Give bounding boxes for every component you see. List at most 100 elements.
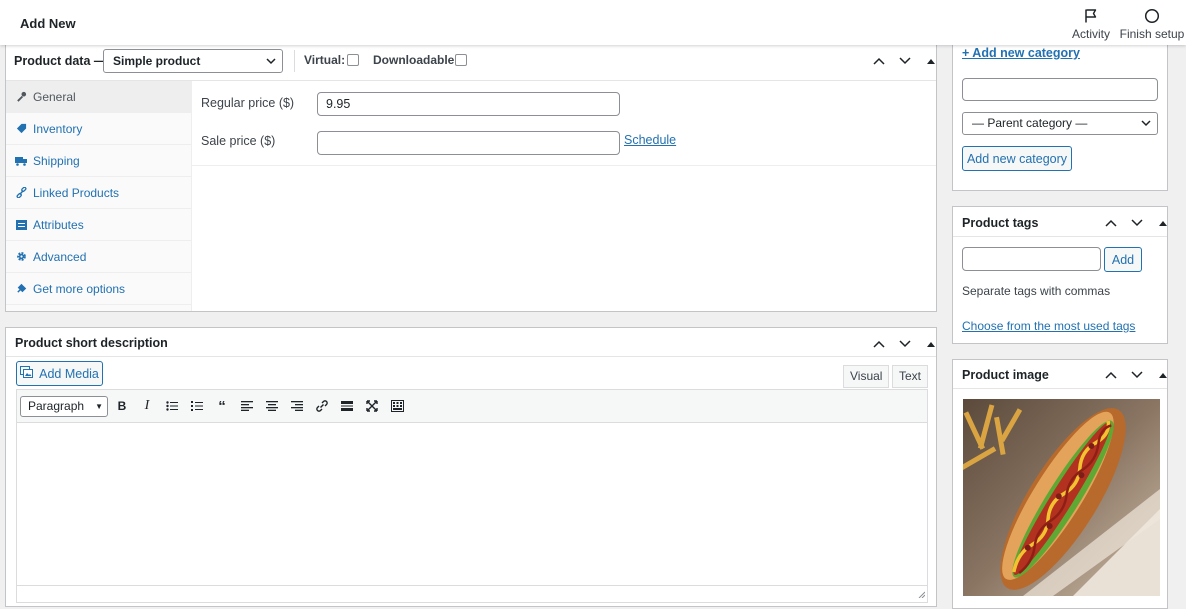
downloadable-label: Downloadable: <box>373 53 459 67</box>
sale-price-input[interactable] <box>317 131 620 155</box>
virtual-label: Virtual: <box>304 53 346 67</box>
collapse-icon[interactable] <box>923 53 939 69</box>
bullet-list-icon[interactable] <box>161 395 183 417</box>
collapse-icon[interactable] <box>1155 367 1171 383</box>
blockquote-icon[interactable]: “ <box>211 395 233 417</box>
divider <box>953 236 1167 237</box>
schedule-link[interactable]: Schedule <box>624 133 676 147</box>
short-description-box: Product short description Add Media Visu… <box>5 327 937 607</box>
short-description-controls <box>871 336 939 352</box>
product-image-controls <box>1103 367 1171 383</box>
truck-icon <box>14 154 28 168</box>
resize-handle-icon[interactable] <box>917 586 926 601</box>
activity-button[interactable]: Activity <box>1058 8 1124 41</box>
gear-icon <box>14 250 28 264</box>
numbered-list-icon[interactable] <box>186 395 208 417</box>
wrench-icon <box>14 90 28 104</box>
tab-get-more-options[interactable]: Get more options <box>6 273 191 305</box>
product-type-value: Simple product <box>113 54 201 68</box>
read-more-icon[interactable] <box>336 395 358 417</box>
add-new-category-link[interactable]: + Add new category <box>962 46 1080 60</box>
tab-label: Linked Products <box>33 185 120 200</box>
align-left-icon[interactable] <box>236 395 258 417</box>
finish-setup-button[interactable]: Finish setup <box>1119 8 1185 41</box>
tab-general[interactable]: General <box>6 81 191 113</box>
tag-icon <box>14 122 28 136</box>
parent-category-select[interactable]: — Parent category — <box>962 112 1158 135</box>
product-tags-controls <box>1103 215 1171 231</box>
tab-visual[interactable]: Visual <box>843 365 890 388</box>
italic-icon[interactable]: I <box>136 395 158 417</box>
product-image-box: Product image <box>952 359 1168 609</box>
format-buttons: B I “ <box>111 395 408 417</box>
divider <box>192 165 936 166</box>
move-down-icon[interactable] <box>897 336 913 352</box>
product-data-box: Product data — Simple product Virtual: D… <box>5 43 937 312</box>
tab-linked-products[interactable]: Linked Products <box>6 177 191 209</box>
regular-price-label: Regular price ($) <box>201 96 295 110</box>
parent-category-value: — Parent category — <box>972 116 1088 130</box>
tab-text[interactable]: Text <box>892 365 929 388</box>
add-media-button[interactable]: Add Media <box>16 361 103 386</box>
product-type-select[interactable]: Simple product <box>103 49 283 73</box>
format-select[interactable]: Paragraph ▼ <box>20 396 108 417</box>
add-media-label: Add Media <box>39 366 99 381</box>
fullscreen-icon[interactable] <box>361 395 383 417</box>
chevron-down-icon <box>266 50 276 79</box>
move-up-icon[interactable] <box>871 336 887 352</box>
align-right-icon[interactable] <box>286 395 308 417</box>
divider <box>6 356 936 357</box>
editor: Paragraph ▼ B I “ <box>16 389 928 603</box>
move-up-icon[interactable] <box>1103 367 1119 383</box>
product-image[interactable] <box>963 399 1160 596</box>
move-down-icon[interactable] <box>1129 215 1145 231</box>
circle-icon <box>1144 8 1160 24</box>
add-new-category-button[interactable]: Add new category <box>962 146 1072 171</box>
product-data-tabs: General Inventory Shipping Linked Produc… <box>6 81 192 311</box>
finish-setup-label: Finish setup <box>1119 27 1185 41</box>
tab-inventory[interactable]: Inventory <box>6 113 191 145</box>
media-icon <box>20 366 34 381</box>
regular-price-input[interactable]: 9.95 <box>317 92 620 116</box>
downloadable-checkbox[interactable] <box>455 54 467 66</box>
divider <box>953 388 1167 389</box>
tab-label: Inventory <box>33 121 83 136</box>
editor-toolbar: Paragraph ▼ B I “ <box>17 390 927 423</box>
move-down-icon[interactable] <box>1129 367 1145 383</box>
bold-icon[interactable]: B <box>111 395 133 417</box>
new-category-input[interactable] <box>962 78 1158 101</box>
tab-label: General <box>33 89 76 104</box>
page-title: Add New <box>20 16 76 31</box>
top-bar: Add New Activity Finish setup <box>0 0 1186 45</box>
virtual-checkbox[interactable] <box>347 54 359 66</box>
caret-down-icon: ▼ <box>95 402 103 411</box>
add-tag-button[interactable]: Add <box>1104 247 1142 272</box>
product-image-title: Product image <box>962 368 1049 382</box>
move-up-icon[interactable] <box>871 53 887 69</box>
collapse-icon[interactable] <box>1155 215 1171 231</box>
tags-input[interactable] <box>962 247 1101 271</box>
link-icon[interactable] <box>311 395 333 417</box>
flag-icon <box>1085 9 1097 23</box>
list-icon <box>14 218 28 232</box>
editor-content[interactable] <box>17 424 927 586</box>
tab-label: Shipping <box>33 153 80 168</box>
move-down-icon[interactable] <box>897 53 913 69</box>
divider <box>294 50 295 72</box>
editor-statusbar <box>17 585 927 602</box>
product-tags-box: Product tags Add Separate tags with comm… <box>952 206 1168 344</box>
tab-attributes[interactable]: Attributes <box>6 209 191 241</box>
tags-help-text: Separate tags with commas <box>962 284 1111 298</box>
link-icon <box>14 186 28 200</box>
choose-most-used-tags-link[interactable]: Choose from the most used tags <box>962 319 1135 333</box>
short-description-title: Product short description <box>15 336 168 350</box>
sale-price-label: Sale price ($) <box>201 134 276 148</box>
tab-advanced[interactable]: Advanced <box>6 241 191 273</box>
tab-shipping[interactable]: Shipping <box>6 145 191 177</box>
align-center-icon[interactable] <box>261 395 283 417</box>
format-select-value: Paragraph <box>28 399 85 413</box>
activity-label: Activity <box>1071 27 1110 41</box>
move-up-icon[interactable] <box>1103 215 1119 231</box>
toolbar-toggle-icon[interactable] <box>386 395 408 417</box>
collapse-icon[interactable] <box>923 336 939 352</box>
